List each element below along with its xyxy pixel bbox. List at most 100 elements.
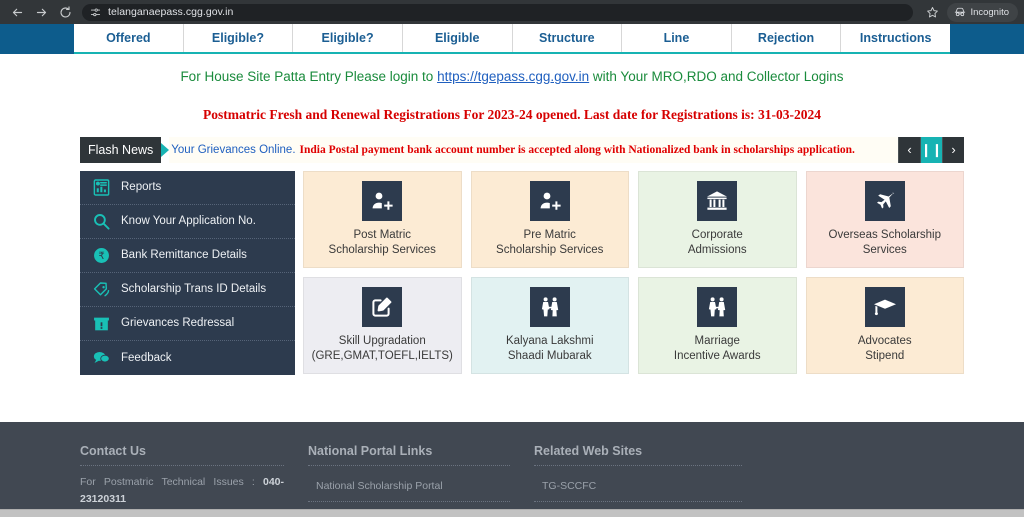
flash-next-button[interactable]: › [942, 136, 964, 163]
flash-news-text-red: India Postal payment bank account number… [299, 143, 855, 156]
nav-tab-eligible-3[interactable]: Eligible [403, 24, 513, 52]
nav-tab-list: Offered Eligible? Eligible? Eligible Str… [74, 24, 950, 54]
card-label: Corporate Admissions [687, 228, 747, 256]
sidebar-item-scholarship-trans-id-details[interactable]: Scholarship Trans ID Details [80, 273, 295, 307]
url-text: telanganaepass.cgg.gov.in [108, 6, 234, 18]
forward-arrow-icon [36, 8, 46, 16]
main-content: Reports Know Your Application No. ₹ Bank… [80, 170, 964, 375]
bookmark-button[interactable] [921, 2, 943, 22]
rupee-coin-icon: ₹ [90, 244, 112, 266]
sidebar-item-reports[interactable]: Reports [80, 171, 295, 205]
chat-bubble-icon [90, 347, 112, 369]
card-marriage-incentive-awards[interactable]: Marriage Incentive Awards [638, 276, 797, 374]
notice-area: For House Site Patta Entry Please login … [0, 54, 1024, 123]
footer-link-national-scholarship-portal[interactable]: National Scholarship Portal [308, 474, 510, 502]
bank-building-icon [697, 180, 738, 221]
user-plus-icon [362, 180, 403, 221]
footer-column-related-web-sites: Related Web Sites TG-SCCFC Scheduled Cas… [534, 444, 766, 517]
report-chart-icon [90, 176, 112, 198]
nav-tab-line[interactable]: Line [622, 24, 732, 52]
notice-green-pre: For House Site Patta Entry Please login … [180, 69, 438, 84]
house-site-patta-notice: For House Site Patta Entry Please login … [0, 68, 1024, 87]
nav-tab-eligible-1[interactable]: Eligible? [184, 24, 294, 52]
nav-tab-rejection[interactable]: Rejection [732, 24, 842, 52]
nav-tab-instructions[interactable]: Instructions [841, 24, 950, 52]
nav-tab-label: Line [663, 31, 690, 45]
incognito-label: Incognito [970, 6, 1009, 18]
flash-pause-button[interactable]: ❙❙ [920, 136, 942, 163]
card-label: Kalyana Lakshmi Shaadi Mubarak [505, 334, 594, 362]
card-label: Advocates Stipend [857, 334, 912, 362]
airplane-icon [864, 180, 905, 221]
back-button[interactable] [6, 2, 28, 22]
search-icon [90, 210, 112, 232]
nav-tab-label: Instructions [859, 31, 932, 45]
page-viewport: Offered Eligible? Eligible? Eligible Str… [0, 24, 1024, 517]
user-plus-icon [529, 180, 570, 221]
sidebar-item-label: Know Your Application No. [121, 215, 256, 228]
flash-news-bar: Flash News Your Grievances Online. India… [80, 136, 964, 163]
footer-title-related-web-sites: Related Web Sites [534, 444, 742, 466]
card-label: Overseas Scholarship Services [828, 228, 942, 256]
card-pre-matric-scholarship-services[interactable]: Pre Matric Scholarship Services [470, 170, 629, 268]
browser-toolbar: telanganaepass.cgg.gov.in Incognito [0, 0, 1024, 24]
incognito-hat-icon [955, 7, 966, 17]
couple-icon [697, 286, 738, 327]
notice-green-post: with Your MRO,RDO and Collector Logins [589, 69, 844, 84]
nav-tab-label: Rejection [757, 31, 815, 45]
nav-tab-eligible-2[interactable]: Eligible? [293, 24, 403, 52]
card-skill-upgradation[interactable]: Skill Upgradation (GRE,GMAT,TOEFL,IELTS) [303, 276, 462, 374]
card-label: Pre Matric Scholarship Services [496, 228, 604, 256]
nav-tab-label: Eligible? [211, 31, 264, 45]
nav-tab-label: Offered [106, 31, 151, 45]
tgepass-link[interactable]: https://tgepass.cgg.gov.in [437, 69, 589, 84]
tags-icon [90, 278, 112, 300]
graduation-cap-icon [864, 286, 905, 327]
footer-title-national-portal-links: National Portal Links [308, 444, 510, 466]
page-footer: Contact Us For Postmatric Technical Issu… [0, 422, 1024, 517]
service-cards-grid: Post Matric Scholarship Services Pre Matr… [303, 170, 964, 374]
reload-button[interactable] [54, 2, 76, 22]
card-corporate-admissions[interactable]: Corporate Admissions [638, 170, 797, 268]
bookmark-star-icon [927, 6, 938, 17]
sidebar-item-feedback[interactable]: Feedback [80, 341, 295, 375]
flash-news-marquee: Your Grievances Online. India Postal pay… [169, 136, 898, 163]
forward-button[interactable] [30, 2, 52, 22]
nav-tab-label: Structure [539, 31, 595, 45]
sidebar-item-label: Feedback [121, 351, 172, 364]
sidebar-item-grievances-redressal[interactable]: Grievances Redressal [80, 307, 295, 341]
incognito-indicator[interactable]: Incognito [947, 2, 1018, 22]
sidebar-item-label: Scholarship Trans ID Details [121, 283, 267, 296]
nav-tab-label: Eligible [434, 31, 480, 45]
card-label: Post Matric Scholarship Services [328, 228, 436, 256]
flash-news-text-blue[interactable]: Your Grievances Online. [171, 144, 295, 156]
sidebar-item-label: Grievances Redressal [121, 317, 235, 330]
horizontal-scrollbar[interactable] [0, 509, 1024, 517]
footer-title-contact-us: Contact Us [80, 444, 284, 466]
card-label: Skill Upgradation (GRE,GMAT,TOEFL,IELTS) [311, 334, 453, 362]
nav-tab-structure[interactable]: Structure [513, 24, 623, 52]
address-bar[interactable]: telanganaepass.cgg.gov.in [82, 3, 914, 21]
footer-column-national-portal-links: National Portal Links National Scholarsh… [308, 444, 534, 517]
card-label: Marriage Incentive Awards [673, 334, 761, 362]
flash-prev-button[interactable]: ‹ [898, 136, 920, 163]
nav-tab-label: Eligible? [321, 31, 374, 45]
sidebar-item-label: Bank Remittance Details [121, 249, 247, 262]
postmatric-registration-notice: Postmatric Fresh and Renewal Registratio… [203, 106, 821, 122]
site-settings-icon[interactable] [90, 7, 101, 18]
sidebar-item-label: Reports [121, 181, 162, 194]
card-overseas-scholarship-services[interactable]: Overseas Scholarship Services [805, 170, 964, 268]
footer-link-tg-sccfc[interactable]: TG-SCCFC [534, 474, 742, 502]
edit-pencil-icon [362, 286, 403, 327]
back-arrow-icon [12, 8, 22, 16]
sidebar-item-know-your-application-no[interactable]: Know Your Application No. [80, 205, 295, 239]
flash-news-label: Flash News [80, 136, 162, 163]
card-advocates-stipend[interactable]: Advocates Stipend [805, 276, 964, 374]
footer-column-contact-us: Contact Us For Postmatric Technical Issu… [80, 444, 308, 517]
nav-tab-offered[interactable]: Offered [74, 24, 184, 52]
sidebar-item-bank-remittance-details[interactable]: ₹ Bank Remittance Details [80, 239, 295, 273]
card-kalyana-lakshmi-shaadi-mubarak[interactable]: Kalyana Lakshmi Shaadi Mubarak [470, 276, 629, 374]
flash-news-arrow-icon [161, 142, 170, 157]
reload-icon [59, 5, 71, 18]
card-post-matric-scholarship-services[interactable]: Post Matric Scholarship Services [303, 170, 462, 268]
